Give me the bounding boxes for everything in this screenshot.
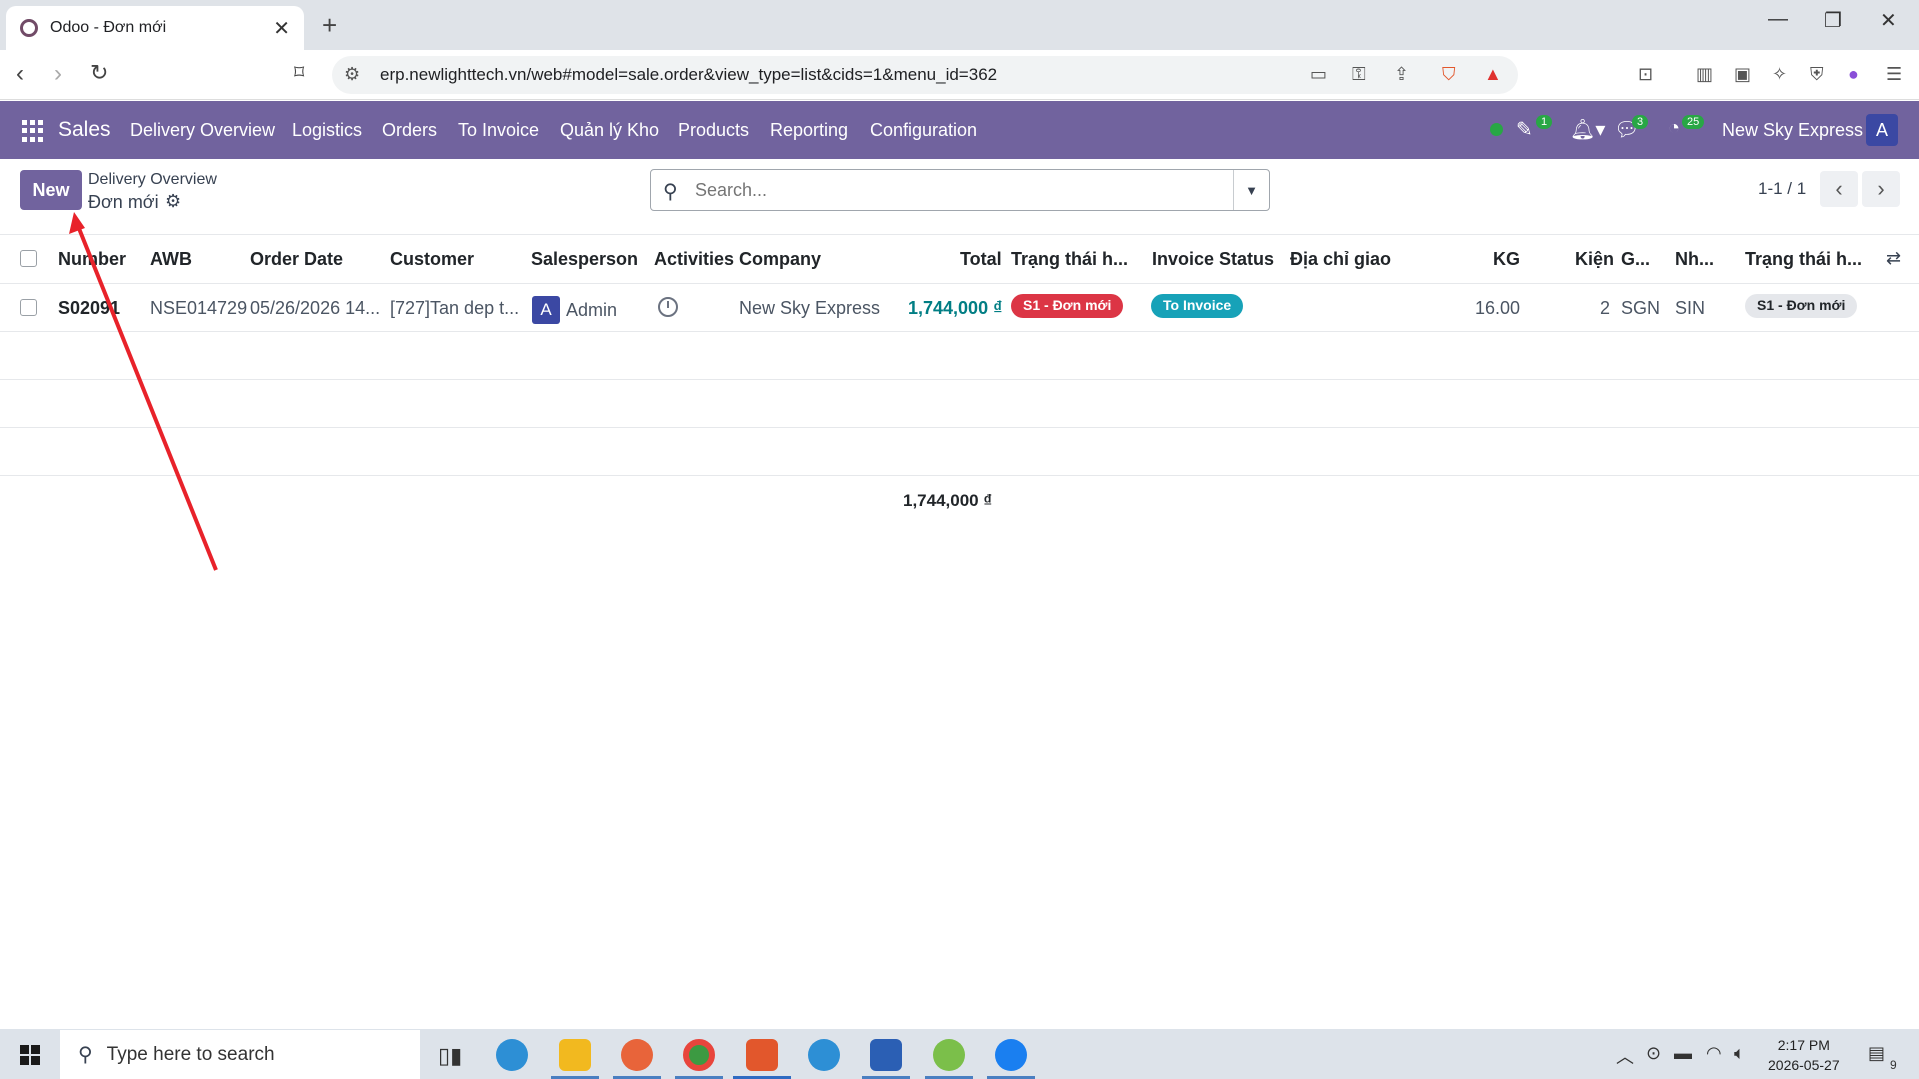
app-icon[interactable] <box>621 1039 653 1071</box>
taskbar-search[interactable]: ⚲ Type here to search <box>60 1030 420 1079</box>
app-icon[interactable] <box>933 1039 965 1071</box>
volume-icon[interactable]: 🔈︎ <box>1734 1043 1745 1064</box>
file-explorer-icon[interactable] <box>559 1039 591 1071</box>
notification-count: 9 <box>1890 1058 1897 1072</box>
taskbar-clock[interactable]: 2:17 PM 2026-05-27 <box>1768 1035 1840 1075</box>
windows-start-icon[interactable] <box>20 1045 40 1065</box>
battery-icon[interactable]: ▬ <box>1674 1043 1692 1064</box>
wifi-icon[interactable]: ◠ <box>1706 1043 1722 1064</box>
taskbar-date: 2026-05-27 <box>1768 1057 1840 1073</box>
chrome-icon[interactable] <box>683 1039 715 1071</box>
docker-icon[interactable] <box>808 1039 840 1071</box>
annotation-arrow <box>69 212 218 571</box>
edge-icon[interactable] <box>496 1039 528 1071</box>
tray-chevron-up-icon[interactable]: ︿ <box>1616 1043 1634 1069</box>
taskbar-time: 2:17 PM <box>1777 1037 1830 1053</box>
search-icon: ⚲ <box>78 1044 93 1066</box>
taskbar-search-text: Type here to search <box>106 1043 275 1065</box>
tray-camera-icon[interactable]: ⊙ <box>1646 1043 1661 1064</box>
notification-center-icon[interactable]: ▤ <box>1868 1043 1885 1064</box>
task-view-icon[interactable]: ▯▮ <box>438 1043 462 1069</box>
brave-icon[interactable] <box>746 1039 778 1071</box>
zalo-icon[interactable] <box>995 1039 1027 1071</box>
word-icon[interactable] <box>870 1039 902 1071</box>
